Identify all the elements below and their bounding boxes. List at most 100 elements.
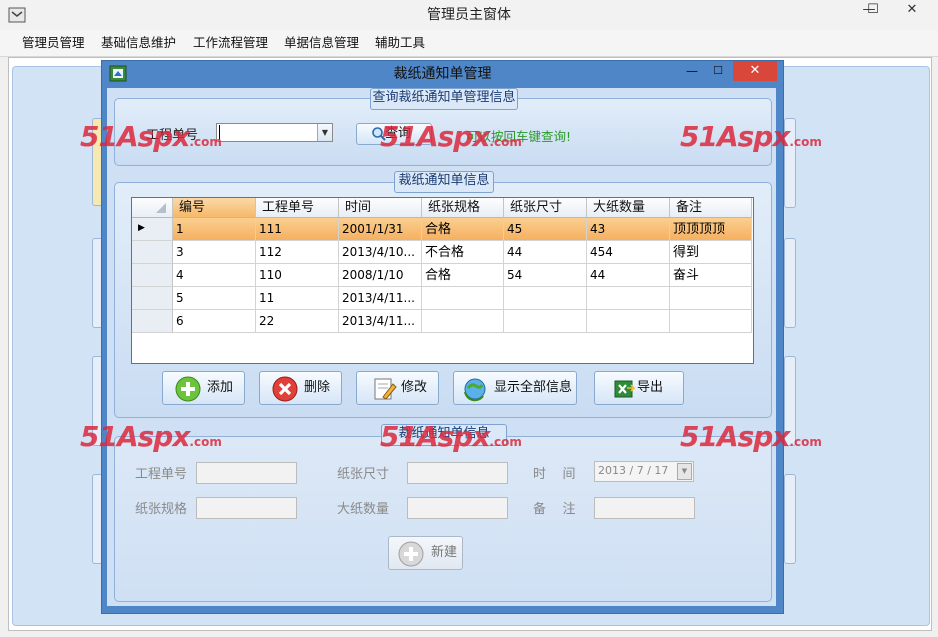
query-group-legend: 查询裁纸通知单管理信息	[370, 88, 518, 110]
dialog-close-button[interactable]: ✕	[733, 61, 777, 81]
main-window-title: 管理员主窗体	[427, 7, 511, 23]
table-cell[interactable]	[587, 287, 670, 310]
grid-group-legend: 裁纸通知单信息	[394, 171, 494, 193]
watermark-suffix: .com	[189, 135, 222, 149]
table-cell[interactable]: 110	[256, 264, 339, 287]
watermark-brand: 51Aspx	[380, 120, 490, 153]
table-cell[interactable]	[422, 287, 504, 310]
watermark-brand: 51Aspx	[80, 420, 190, 453]
edit-button[interactable]: 修改	[356, 371, 439, 405]
table-cell[interactable]: 45	[504, 218, 587, 241]
watermark-brand: 51Aspx	[680, 120, 790, 153]
table-cell[interactable]: 顶顶顶顶	[670, 218, 752, 241]
table-cell[interactable]: 54	[504, 264, 587, 287]
menu-admin[interactable]: 管理员管理	[22, 30, 85, 56]
show-all-button-label: 显示全部信息	[494, 380, 573, 395]
detail-date-picker[interactable]: 2013 / 7 / 17 ▼	[594, 461, 694, 482]
add-button-label: 添加	[207, 380, 234, 395]
watermark: 51Aspx.com	[380, 420, 522, 453]
table-cell[interactable]: 奋斗	[670, 264, 752, 287]
table-cell[interactable]: 4	[173, 264, 256, 287]
dialog-minimize-button[interactable]: —	[680, 62, 704, 82]
detail-project-no-field[interactable]	[196, 462, 297, 484]
column-header-big-paper-qty[interactable]: 大纸数量	[587, 198, 670, 218]
detail-remark-field[interactable]	[594, 497, 695, 519]
table-cell[interactable]: 1	[173, 218, 256, 241]
table-cell[interactable]: 111	[256, 218, 339, 241]
table-cell[interactable]: 不合格	[422, 241, 504, 264]
show-all-button[interactable]: 显示全部信息	[453, 371, 577, 405]
table-cell[interactable]: 3	[173, 241, 256, 264]
background-tab	[784, 474, 796, 564]
row-header[interactable]	[132, 287, 173, 310]
dialog-maximize-button[interactable]: ☐	[706, 62, 730, 82]
main-close-button[interactable]: ✕	[892, 0, 932, 22]
table-cell[interactable]	[587, 310, 670, 333]
row-header[interactable]	[132, 310, 173, 333]
row-header[interactable]: ▶	[132, 218, 173, 241]
delete-button-label: 删除	[304, 380, 331, 395]
column-header-paper-spec[interactable]: 纸张规格	[422, 198, 504, 218]
export-button[interactable]: 导出	[594, 371, 684, 405]
detail-paper-spec-field[interactable]	[196, 497, 297, 519]
detail-date-value: 2013 / 7 / 17	[598, 464, 669, 477]
watermark: 51Aspx.com	[80, 420, 222, 453]
chevron-down-icon[interactable]: ▼	[677, 463, 692, 480]
table-cell[interactable]: 22	[256, 310, 339, 333]
detail-big-paper-qty-label: 大纸数量	[337, 502, 390, 517]
detail-project-no-label: 工程单号	[135, 467, 188, 482]
table-cell[interactable]	[670, 287, 752, 310]
column-header-remark[interactable]: 备注	[670, 198, 752, 218]
table-cell[interactable]	[504, 287, 587, 310]
table-cell[interactable]: 2001/1/31	[339, 218, 422, 241]
column-header-id[interactable]: 编号	[173, 198, 256, 218]
table-cell[interactable]: 11	[256, 287, 339, 310]
detail-time-label: 时 间	[533, 467, 576, 482]
watermark: 51Aspx.com	[80, 120, 222, 153]
table-cell[interactable]: 2013/4/11...	[339, 310, 422, 333]
table-cell[interactable]: 2013/4/10...	[339, 241, 422, 264]
column-header-project-no[interactable]: 工程单号	[256, 198, 339, 218]
table-cell[interactable]: 5	[173, 287, 256, 310]
table-cell[interactable]: 2008/1/10	[339, 264, 422, 287]
table-cell[interactable]: 得到	[670, 241, 752, 264]
table-cell[interactable]: 6	[173, 310, 256, 333]
menu-tools[interactable]: 辅助工具	[375, 30, 425, 56]
table-cell[interactable]: 合格	[422, 218, 504, 241]
table-cell[interactable]: 44	[504, 241, 587, 264]
query-project-no-combo[interactable]: ▼	[216, 123, 333, 142]
table-cell[interactable]	[670, 310, 752, 333]
menu-basic-info[interactable]: 基础信息维护	[101, 30, 176, 56]
new-button[interactable]: 新建	[388, 536, 463, 570]
menu-workflow[interactable]: 工作流程管理	[193, 30, 268, 56]
watermark: 51Aspx.com	[380, 120, 522, 153]
column-header-paper-size[interactable]: 纸张尺寸	[504, 198, 587, 218]
table-cell[interactable]	[422, 310, 504, 333]
detail-big-paper-qty-field[interactable]	[407, 497, 508, 519]
table-cell[interactable]: 44	[587, 264, 670, 287]
table-cell[interactable]: 43	[587, 218, 670, 241]
menu-documents[interactable]: 单据信息管理	[284, 30, 359, 56]
add-button[interactable]: 添加	[162, 371, 245, 405]
table-cell[interactable]	[504, 310, 587, 333]
refresh-globe-icon	[462, 376, 488, 415]
table-cell[interactable]: 454	[587, 241, 670, 264]
row-header[interactable]	[132, 264, 173, 287]
excel-export-icon	[613, 378, 636, 413]
table-cell[interactable]: 2013/4/11...	[339, 287, 422, 310]
detail-paper-size-field[interactable]	[407, 462, 508, 484]
delete-button[interactable]: 删除	[259, 371, 342, 405]
chevron-down-icon[interactable]: ▼	[317, 124, 332, 141]
watermark-brand: 51Aspx	[80, 120, 190, 153]
watermark-suffix: .com	[489, 435, 522, 449]
grid-corner[interactable]	[132, 198, 173, 218]
table-cell[interactable]: 112	[256, 241, 339, 264]
add-icon	[175, 376, 201, 415]
main-maximize-button[interactable]: ☐	[856, 0, 890, 22]
detail-paper-size-label: 纸张尺寸	[337, 467, 390, 482]
delete-icon	[272, 376, 298, 415]
export-button-label: 导出	[637, 380, 664, 395]
row-header[interactable]	[132, 241, 173, 264]
table-cell[interactable]: 合格	[422, 264, 504, 287]
column-header-time[interactable]: 时间	[339, 198, 422, 218]
